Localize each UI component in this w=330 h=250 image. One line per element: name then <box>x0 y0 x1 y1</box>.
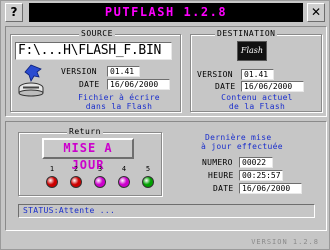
source-date-label: DATE <box>79 80 100 89</box>
numero-label: NUMERO <box>202 158 233 167</box>
source-note-line1: Fichier à écrire <box>78 93 160 102</box>
heure-label: HEURE <box>208 171 234 180</box>
led-indicator-1 <box>46 176 58 188</box>
flash-chip-icon: Flash <box>237 41 267 61</box>
led-number-1: 1 <box>49 165 55 173</box>
destination-version-label: VERSION <box>197 70 233 79</box>
window-title: PUTFLASH 1.2.8 <box>29 3 303 22</box>
last-update-heading-line1: Dernière mise <box>205 133 272 142</box>
numero-field: 00022 <box>239 157 273 168</box>
source-legend: SOURCE <box>79 29 115 39</box>
footer-version: VERSION 1.2.8 <box>251 238 319 246</box>
led-indicator-3 <box>94 176 106 188</box>
last-update-date-label: DATE <box>213 184 234 193</box>
status-text: STATUS:Attente ... <box>23 206 116 215</box>
led-indicator-5 <box>142 176 154 188</box>
led-number-4: 4 <box>121 165 127 173</box>
source-filename-field[interactable]: F:\...H\FLASH_F.BIN <box>15 42 172 60</box>
help-button[interactable]: ? <box>5 3 23 22</box>
destination-version-field: 01.41 <box>241 69 274 80</box>
led-number-2: 2 <box>73 165 79 173</box>
mise-a-jour-button[interactable]: MISE A JOUR <box>42 138 134 172</box>
led-number-3: 3 <box>97 165 103 173</box>
source-date-field: 16/06/2000 <box>107 79 170 90</box>
heure-field: 00:25:57 <box>239 170 283 181</box>
last-update-heading-line2: à jour effectuée <box>201 142 283 151</box>
destination-note-line2: de la Flash <box>228 102 286 111</box>
return-legend: Return <box>67 127 103 137</box>
putflash-window: ? PUTFLASH 1.2.8 ✕ SOURCE F:\...H\FLASH_… <box>0 0 330 250</box>
destination-note-line1: Contenu actuel <box>221 93 293 102</box>
flash-chip-label: Flash <box>240 46 264 55</box>
last-update-date-field: 16/06/2000 <box>239 183 302 194</box>
led-number-5: 5 <box>145 165 151 173</box>
source-version-label: VERSION <box>61 67 97 76</box>
destination-legend: DESTINATION <box>215 29 278 39</box>
led-indicator-4 <box>118 176 130 188</box>
destination-date-field: 16/06/2000 <box>241 81 304 92</box>
destination-date-label: DATE <box>215 82 236 91</box>
close-icon: ✕ <box>310 5 322 19</box>
drive-download-icon <box>18 64 44 97</box>
source-version-field: 01.41 <box>107 66 140 77</box>
close-button[interactable]: ✕ <box>307 3 325 22</box>
status-bar: STATUS:Attente ... <box>18 204 315 218</box>
source-note-line2: dans la Flash <box>85 102 153 111</box>
led-indicator-2 <box>70 176 82 188</box>
